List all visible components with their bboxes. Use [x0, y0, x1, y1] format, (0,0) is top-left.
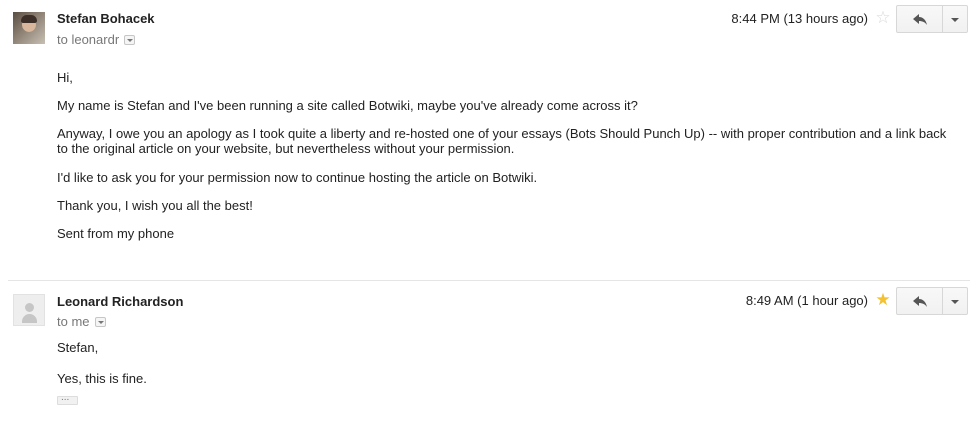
body-paragraph: Anyway, I owe you an apology as I took q…: [57, 126, 947, 156]
message-time[interactable]: 8:49 AM (1 hour ago): [746, 293, 868, 308]
reply-button[interactable]: [896, 287, 943, 315]
body-paragraph: Thank you, I wish you all the best!: [57, 198, 253, 213]
body-paragraph: Hi,: [57, 70, 73, 85]
recipient-line: to me: [57, 314, 106, 329]
reply-icon: [913, 14, 927, 25]
body-paragraph: My name is Stefan and I've been running …: [57, 98, 638, 113]
message-time[interactable]: 8:44 PM (13 hours ago): [731, 11, 868, 26]
reply-icon: [913, 296, 927, 307]
sender-name[interactable]: Stefan Bohacek: [57, 11, 155, 26]
reply-button[interactable]: [896, 5, 943, 33]
more-options-button[interactable]: [943, 287, 968, 315]
ellipsis-icon: ...: [61, 392, 70, 403]
body-paragraph: Stefan,: [57, 340, 99, 355]
avatar[interactable]: [13, 294, 45, 326]
show-details-dropdown[interactable]: [94, 316, 106, 327]
recipient-line: to leonardr: [57, 32, 136, 47]
message-stefan: Stefan Bohacek to leonardr 8:44 PM (13 h…: [0, 0, 980, 275]
star-icon[interactable]: ★: [875, 291, 891, 308]
more-options-button[interactable]: [943, 5, 968, 33]
recipient-text: to leonardr: [57, 32, 120, 47]
body-paragraph: Yes, this is fine.: [57, 371, 147, 386]
avatar[interactable]: [13, 12, 45, 44]
body-paragraph: I'd like to ask you for your permission …: [57, 170, 538, 185]
reply-button-group: [896, 5, 968, 33]
body-paragraph: Sent from my phone: [57, 226, 175, 241]
recipient-text: to me: [57, 314, 90, 329]
show-details-dropdown[interactable]: [124, 34, 136, 45]
message-separator: [8, 280, 970, 281]
chevron-down-icon: [951, 300, 959, 304]
show-trimmed-content-button[interactable]: ...: [57, 392, 78, 405]
sender-name[interactable]: Leonard Richardson: [57, 294, 183, 309]
chevron-down-icon: [951, 18, 959, 22]
star-icon[interactable]: ☆: [875, 9, 891, 26]
reply-button-group: [896, 287, 968, 315]
message-leonard: Leonard Richardson to me 8:49 AM (1 hour…: [0, 283, 980, 435]
